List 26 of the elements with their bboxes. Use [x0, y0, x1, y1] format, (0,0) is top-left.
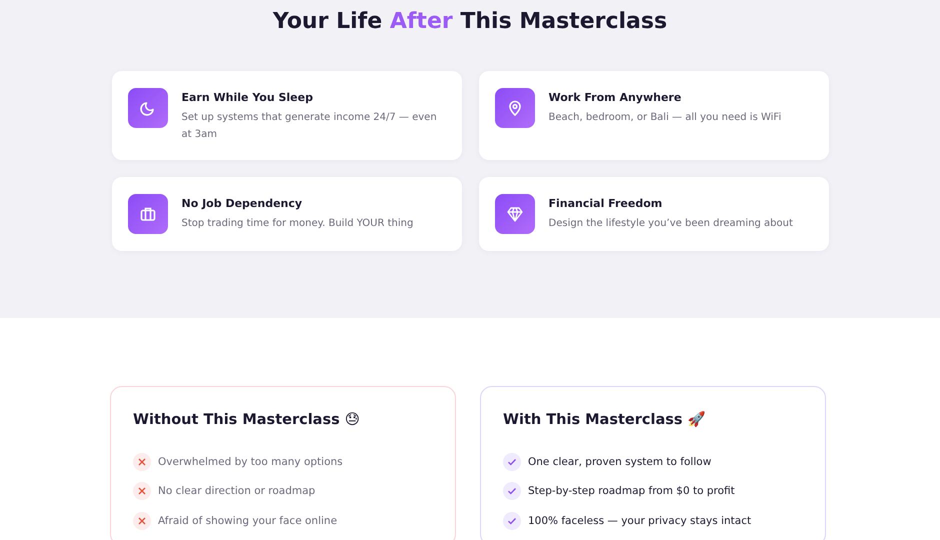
list-item-text: Overwhelmed by too many options [158, 456, 343, 468]
location-pin-icon [494, 88, 534, 128]
benefit-title: Work From Anywhere [548, 91, 682, 104]
list-item-text: One clear, proven system to follow [528, 456, 712, 468]
card-title: Without This Masterclass 😓 [133, 411, 361, 430]
cross-icon [133, 452, 151, 471]
check-icon [503, 512, 521, 530]
benefit-title: No Job Dependency [182, 197, 304, 210]
list-item-text: Step-by-step roadmap from $0 to profit [528, 485, 735, 498]
card-title: With This Masterclass 🚀 [503, 410, 707, 430]
list-item-text: No clear direction or roadmap [158, 485, 316, 498]
cross-icon [133, 482, 151, 500]
list-item-text: Afraid of showing your face online [158, 514, 338, 527]
benefit-description: Set up systems that generate income 24/7 — even at 3am [182, 111, 438, 142]
benefit-title: Earn While You Sleep [182, 91, 314, 104]
check-icon [503, 482, 521, 500]
section-title: Your Life After This Masterclass [272, 8, 668, 36]
cross-icon [133, 512, 151, 530]
benefit-title: Financial Freedom [548, 197, 664, 210]
briefcase-icon [128, 194, 168, 234]
benefit-description: Design the lifestyle you’ve been dreaming about [548, 217, 793, 231]
check-icon [503, 452, 521, 471]
benefit-description: Stop trading time for money. Build YOUR thing [182, 217, 414, 231]
benefit-description: Beach, bedroom, or Bali — all you need is WiFi [548, 111, 782, 125]
list-item-text: 100% faceless — your privacy stays intact [528, 514, 752, 527]
moon-icon [128, 88, 168, 128]
